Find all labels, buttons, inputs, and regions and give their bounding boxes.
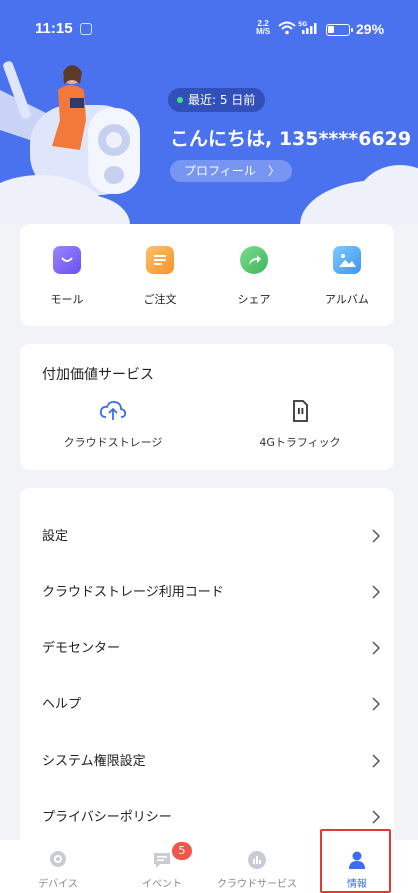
profile-header: 11:15 2.2 M/S 5G 29% 最近: 5 日前 こんにちは, 135…	[0, 0, 418, 225]
nav-tab-devices[interactable]: デバイス	[6, 840, 110, 893]
shopping-bag-icon	[53, 246, 81, 274]
section-title: 付加価値サービス	[42, 367, 154, 383]
value-added-services-card: 付加価値サービス クラウドストレージ 4Gトラフィック	[20, 344, 394, 470]
quick-action-album[interactable]: アルバム	[307, 246, 387, 307]
event-count-badge: 5	[172, 842, 192, 860]
network-speed: 2.2 M/S	[256, 20, 270, 36]
service-label: クラウドストレージ	[63, 436, 163, 449]
camera-icon	[50, 851, 66, 867]
nav-tab-label: 情報	[347, 879, 367, 890]
battery-icon	[326, 24, 353, 36]
cloud-decoration	[355, 165, 418, 225]
nav-tab-cloud-services[interactable]: クラウドサービス	[205, 840, 309, 893]
cloud-storage-service[interactable]: クラウドストレージ	[38, 400, 188, 450]
chevron-right-icon	[372, 641, 380, 655]
menu-item-privacy-policy[interactable]: プライバシーポリシー	[20, 779, 394, 835]
wifi-icon	[278, 21, 296, 35]
nav-tab-label: イベント	[142, 879, 182, 890]
menu-item-settings[interactable]: 設定	[20, 498, 394, 554]
quick-action-mall[interactable]: モール	[27, 246, 107, 307]
settings-menu-card: 設定 クラウドストレージ利用コード デモセンター ヘルプ システム権限設定 プラ…	[20, 488, 394, 848]
sim-card-icon	[293, 400, 308, 422]
menu-item-label: デモセンター	[42, 641, 121, 656]
quick-action-share[interactable]: シェア	[214, 246, 294, 307]
menu-item-demo-center[interactable]: デモセンター	[20, 610, 394, 666]
network-speed-unit: M/S	[256, 27, 271, 36]
bottom-navigation: デバイス 5 イベント クラウドサービス 情報	[0, 840, 418, 893]
greeting-text: こんにちは, 135****6629	[170, 128, 412, 150]
app-notification-icon	[80, 23, 92, 35]
cloud-upload-icon	[99, 400, 127, 420]
service-label: 4Gトラフィック	[259, 436, 341, 449]
menu-item-system-permissions[interactable]: システム権限設定	[20, 723, 394, 779]
menu-item-label: プライバシーポリシー	[42, 810, 172, 825]
last-seen-badge: 最近: 5 日前	[168, 88, 266, 112]
nav-tab-label: クラウドサービス	[217, 879, 297, 890]
chevron-right-icon: 〉	[267, 164, 280, 178]
chevron-right-icon	[372, 754, 380, 768]
message-icon	[154, 853, 170, 868]
quick-action-label: アルバム	[325, 293, 369, 306]
battery-percent: 29%	[356, 21, 385, 37]
svg-text:5G: 5G	[298, 21, 307, 28]
person-icon	[349, 851, 365, 869]
quick-action-label: シェア	[237, 293, 271, 306]
order-list-icon	[146, 246, 174, 274]
quick-actions-card: モール ご注文 シェア アルバム	[20, 224, 394, 326]
nav-tab-label: デバイス	[38, 879, 78, 890]
chevron-right-icon	[372, 810, 380, 824]
chevron-right-icon	[372, 585, 380, 599]
menu-item-cloud-storage-code[interactable]: クラウドストレージ利用コード	[20, 554, 394, 610]
menu-item-label: システム権限設定	[42, 754, 146, 769]
menu-item-help[interactable]: ヘルプ	[20, 666, 394, 722]
cellular-signal-icon: 5G	[298, 21, 317, 34]
quick-action-orders[interactable]: ご注文	[120, 246, 200, 307]
quick-action-label: モール	[50, 293, 84, 306]
nav-tab-info[interactable]: 情報	[305, 840, 409, 893]
profile-button[interactable]: プロフィール 〉	[170, 160, 292, 182]
4g-traffic-service[interactable]: 4Gトラフィック	[225, 400, 375, 450]
share-icon	[240, 246, 268, 274]
chevron-right-icon	[372, 529, 380, 543]
status-bar: 11:15 2.2 M/S 5G 29%	[0, 0, 418, 46]
chevron-right-icon	[372, 697, 380, 711]
album-icon	[333, 246, 361, 274]
nav-tab-events[interactable]: 5 イベント	[110, 840, 214, 893]
profile-button-label: プロフィール	[184, 164, 256, 178]
quick-action-label: ご注文	[143, 293, 177, 306]
status-time: 11:15	[35, 20, 73, 37]
menu-item-label: クラウドストレージ利用コード	[42, 585, 224, 600]
menu-item-label: 設定	[42, 529, 69, 544]
menu-item-label: ヘルプ	[42, 697, 82, 712]
cloud-service-icon	[248, 851, 266, 869]
